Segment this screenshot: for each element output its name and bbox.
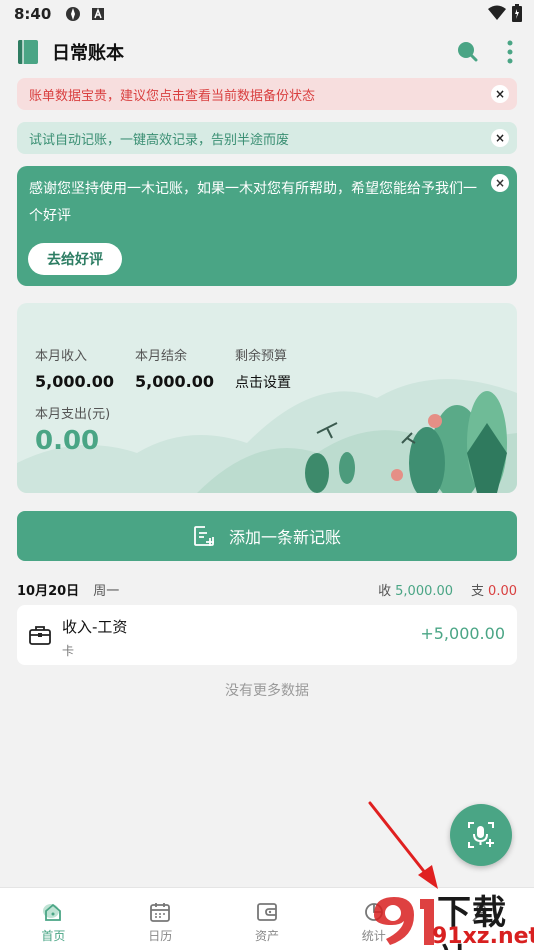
- month-income-label: 本月收入: [35, 349, 88, 364]
- search-icon[interactable]: [456, 40, 478, 66]
- month-balance-block: 本月结余 5,000.00: [135, 345, 214, 391]
- nav-home[interactable]: 首页: [0, 888, 107, 950]
- backup-notice-text: 账单数据宝贵，建议您点击查看当前数据备份状态: [29, 88, 316, 104]
- no-more-data-text: 没有更多数据: [225, 683, 309, 699]
- day-expense-label: 支: [471, 584, 485, 599]
- nav-calendar-label: 日历: [148, 929, 173, 943]
- app-title: 日常账本: [52, 43, 124, 64]
- red-arrow-annotation: [368, 801, 438, 889]
- wifi-icon: [488, 5, 506, 25]
- status-time: 8:40: [14, 5, 52, 23]
- watermark-text-bottom: 91xz.net: [432, 924, 534, 949]
- microphone-plus-icon: [468, 822, 494, 848]
- nav-home-label: 首页: [41, 929, 66, 943]
- month-income-block: 本月收入 5,000.00: [35, 345, 114, 391]
- nav-assets[interactable]: 资产: [214, 888, 321, 950]
- record-amount: +5,000.00: [420, 624, 505, 643]
- close-backup-notice-button[interactable]: ×: [491, 85, 509, 103]
- backup-notice[interactable]: 账单数据宝贵，建议您点击查看当前数据备份状态 ×: [17, 78, 517, 110]
- budget-label: 剩余预算: [235, 349, 288, 364]
- month-expense-value: 0.00: [35, 426, 100, 456]
- month-balance-value: 5,000.00: [135, 372, 214, 391]
- month-expense-block: 本月支出(元) 0.00: [35, 403, 110, 456]
- record-row[interactable]: 收入-工资 卡 +5,000.00: [17, 605, 517, 665]
- month-income-value: 5,000.00: [35, 372, 114, 391]
- day-income-value: 5,000.00: [395, 584, 454, 599]
- record-category: 收入-工资: [62, 618, 128, 636]
- month-expense-label: 本月支出(元): [35, 407, 111, 422]
- more-menu-icon[interactable]: [506, 40, 514, 68]
- mountain-plant-illustration: [17, 379, 517, 493]
- battery-icon: [512, 4, 522, 26]
- home-icon: [42, 901, 64, 923]
- day-date: 10月20日: [17, 583, 80, 599]
- auto-record-notice-text: 试试自动记账，一键高效记录，告别半途而废: [29, 132, 290, 148]
- auto-record-notice[interactable]: 试试自动记账，一键高效记录，告别半途而废 ×: [17, 122, 517, 154]
- a-notification-icon: [91, 7, 105, 21]
- app-notification-icon: [65, 6, 81, 22]
- voice-record-button[interactable]: [450, 804, 512, 866]
- month-balance-label: 本月结余: [135, 349, 188, 364]
- app-bar: 日常账本: [0, 28, 534, 76]
- close-review-card-button[interactable]: ×: [491, 174, 509, 192]
- add-record-label: 添加一条新记账: [228, 528, 341, 547]
- nav-calendar[interactable]: 日历: [107, 888, 214, 950]
- day-totals: 收 5,000.00 支 0.00: [378, 580, 517, 599]
- nav-assets-label: 资产: [254, 929, 279, 943]
- give-review-button[interactable]: 去给好评: [28, 243, 122, 275]
- calendar-icon: [149, 901, 171, 923]
- wallet-icon: [256, 901, 278, 923]
- record-account: 卡: [62, 644, 75, 658]
- budget-block[interactable]: 剩余预算 点击设置: [235, 345, 291, 392]
- day-header: 10月20日 周一 收 5,000.00 支 0.00: [17, 579, 517, 600]
- day-income-label: 收: [378, 584, 392, 599]
- book-logo-icon: [18, 40, 38, 64]
- review-card: 感谢您坚持使用一木记账，如果一木对您有所帮助，希望您能给予我们一个好评 × 去给…: [17, 166, 517, 286]
- review-text: 感谢您坚持使用一木记账，如果一木对您有所帮助，希望您能给予我们一个好评: [29, 181, 477, 224]
- add-note-icon: [194, 526, 214, 546]
- day-expense-value: 0.00: [488, 584, 517, 599]
- add-record-button[interactable]: 添加一条新记账: [17, 511, 517, 561]
- close-auto-record-notice-button[interactable]: ×: [491, 129, 509, 147]
- month-summary-card: 本月收入 5,000.00 本月结余 5,000.00 剩余预算 点击设置 本月…: [17, 303, 517, 493]
- status-bar: 8:40: [0, 0, 534, 28]
- day-weekday: 周一: [93, 583, 120, 599]
- set-budget-link[interactable]: 点击设置: [235, 372, 291, 392]
- briefcase-icon: [29, 626, 51, 645]
